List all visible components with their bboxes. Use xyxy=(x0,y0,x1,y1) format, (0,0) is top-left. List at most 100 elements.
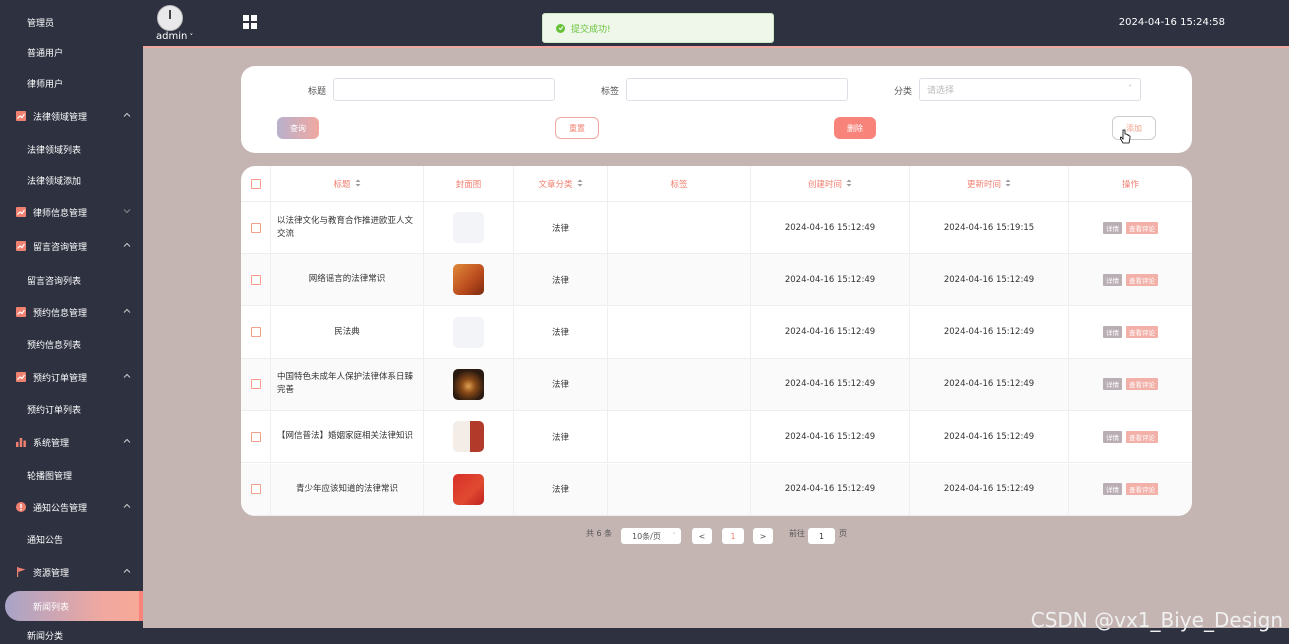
tag-cell xyxy=(608,463,751,515)
column-header-2[interactable]: 文章分类 xyxy=(514,166,608,202)
row-title: 网络谣言的法律常识 xyxy=(308,274,386,285)
sidebar-group-7[interactable]: 留言咨询管理 xyxy=(0,231,143,261)
sidebar-group-3[interactable]: 法律领域管理 xyxy=(0,101,143,131)
delete-button[interactable]: 删除 xyxy=(834,117,876,139)
column-header-label: 创建时间 xyxy=(807,179,842,190)
sidebar-group-17[interactable]: 资源管理 xyxy=(0,557,143,587)
sidebar-group-6[interactable]: 律师信息管理 xyxy=(0,197,143,227)
title-cell: 青少年应该知道的法律常识 xyxy=(271,463,424,515)
title-cell: 以法律文化与教育合作推进欧亚人文交流 xyxy=(271,202,424,253)
query-button[interactable]: 查询 xyxy=(277,117,319,139)
row-checkbox[interactable] xyxy=(250,222,261,233)
column-header-0[interactable]: 标题 xyxy=(271,166,424,202)
page-size-select[interactable]: 10条/页 ˅ xyxy=(621,528,681,544)
sort-icon[interactable] xyxy=(846,179,852,189)
cover-image xyxy=(453,264,484,296)
detail-button[interactable]: 详情 xyxy=(1103,273,1122,286)
goto-page-input[interactable]: 1 xyxy=(808,528,835,544)
sidebar-group-15[interactable]: 通知公告管理 xyxy=(0,492,143,522)
title-search-input[interactable] xyxy=(333,78,555,101)
detail-button[interactable]: 详情 xyxy=(1103,430,1122,443)
grid-menu-icon[interactable] xyxy=(243,15,257,29)
row-updated-time: 2024-04-16 15:12:49 xyxy=(943,327,1035,338)
sidebar-item-14[interactable]: 轮播图管理 xyxy=(0,460,143,490)
sidebar-item-16[interactable]: 通知公告 xyxy=(0,524,143,554)
view-comments-button[interactable]: 查看评论 xyxy=(1126,378,1158,391)
sidebar-item-19[interactable]: 新闻分类 xyxy=(0,620,143,644)
sidebar-item-5[interactable]: 法律领域添加 xyxy=(0,165,143,195)
view-comments-button[interactable]: 查看评论 xyxy=(1126,430,1158,443)
category-select[interactable]: 请选择 ˅ xyxy=(919,78,1141,101)
detail-button[interactable]: 详情 xyxy=(1103,483,1122,495)
sidebar-item-1[interactable]: 普通用户 xyxy=(0,37,143,67)
table-row: 网络谣言的法律常识 法律 2024-04-16 15:12:49 2024-04-16… xyxy=(241,254,1192,307)
chevron-down-icon xyxy=(123,209,131,214)
sidebar-item-2[interactable]: 律师用户 xyxy=(0,68,143,98)
mouse-cursor-icon xyxy=(1120,129,1131,144)
row-checkbox[interactable] xyxy=(250,274,261,285)
next-page-button[interactable]: > xyxy=(753,528,773,544)
view-comments-button[interactable]: 查看评论 xyxy=(1126,483,1158,495)
sidebar-item-10[interactable]: 预约信息列表 xyxy=(0,329,143,359)
row-checkbox[interactable] xyxy=(250,327,261,338)
sidebar-item-12[interactable]: 预约订单列表 xyxy=(0,394,143,424)
row-checkbox[interactable] xyxy=(250,431,261,442)
sort-icon[interactable] xyxy=(355,179,361,189)
column-header-4[interactable]: 创建时间 xyxy=(751,166,910,202)
title-cell: 网络谣言的法律常识 xyxy=(271,254,424,306)
sidebar-group-11[interactable]: 预约订单管理 xyxy=(0,362,143,392)
cover-image xyxy=(453,212,484,243)
cover-cell xyxy=(424,358,514,410)
cover-image xyxy=(453,368,484,400)
chart-icon xyxy=(16,241,26,251)
reset-button[interactable]: 重置 xyxy=(555,117,599,139)
sidebar-item-active[interactable]: 新闻列表 xyxy=(5,591,143,621)
page-1-button[interactable]: 1 xyxy=(722,528,744,544)
sidebar-item-8[interactable]: 留言咨询列表 xyxy=(0,265,143,295)
chevron-down-icon: ˅ xyxy=(187,33,194,41)
sidebar-group-9[interactable]: 预约信息管理 xyxy=(0,297,143,327)
view-comments-button[interactable]: 查看评论 xyxy=(1126,326,1158,339)
add-button[interactable]: 添加 xyxy=(1112,116,1156,140)
row-checkbox[interactable] xyxy=(250,379,261,390)
toast-message: 提交成功! xyxy=(571,24,611,35)
select-all-checkbox[interactable] xyxy=(250,178,261,189)
row-title: 【网信普法】婚姻家庭相关法律知识 xyxy=(277,431,414,442)
detail-button[interactable]: 详情 xyxy=(1103,378,1122,391)
row-updated-time: 2024-04-16 15:12:49 xyxy=(943,484,1035,494)
sort-icon[interactable] xyxy=(1005,179,1011,189)
avatar[interactable] xyxy=(157,5,183,31)
chevron-up-icon xyxy=(123,308,131,313)
row-title: 民法典 xyxy=(334,326,360,337)
title-cell: 中国特色未成年人保护法律体系日臻完善 xyxy=(271,358,424,410)
chart-icon xyxy=(16,207,26,217)
view-comments-button[interactable]: 查看评论 xyxy=(1126,273,1158,286)
tag-cell xyxy=(608,202,751,253)
prev-page-button[interactable]: < xyxy=(692,528,712,544)
sidebar-item-0[interactable]: 管理员 xyxy=(0,7,143,37)
chart-icon xyxy=(16,307,26,317)
sidebar: 管理员 普通用户 律师用户 法律领域管理 法律领域列表 法律领域添加 律师信息管理 留言咨询管… xyxy=(0,0,143,644)
chevron-up-icon xyxy=(123,438,131,443)
row-category: 法律 xyxy=(551,380,569,391)
view-comments-button[interactable]: 查看评论 xyxy=(1126,221,1158,234)
bar-chart-icon xyxy=(16,437,26,447)
tag-cell xyxy=(608,306,751,358)
detail-button[interactable]: 详情 xyxy=(1103,326,1122,339)
user-menu[interactable]: admin ˅ xyxy=(156,31,193,42)
detail-button[interactable]: 详情 xyxy=(1103,221,1122,234)
column-header-label: 更新时间 xyxy=(966,179,1001,190)
tag-cell xyxy=(608,358,751,410)
sidebar-group-label: 预约订单管理 xyxy=(33,373,88,384)
tag-search-input[interactable] xyxy=(626,78,848,101)
row-category: 法律 xyxy=(551,223,569,234)
row-checkbox[interactable] xyxy=(250,484,261,494)
sidebar-item-4[interactable]: 法律领域列表 xyxy=(0,134,143,164)
column-header-label: 标签 xyxy=(670,179,688,190)
sort-icon[interactable] xyxy=(577,179,583,189)
user-name: admin xyxy=(156,31,188,42)
goto-suffix: 页 xyxy=(839,529,847,538)
alert-icon xyxy=(16,502,26,512)
sidebar-group-13[interactable]: 系统管理 xyxy=(0,427,143,457)
column-header-5[interactable]: 更新时间 xyxy=(910,166,1069,202)
